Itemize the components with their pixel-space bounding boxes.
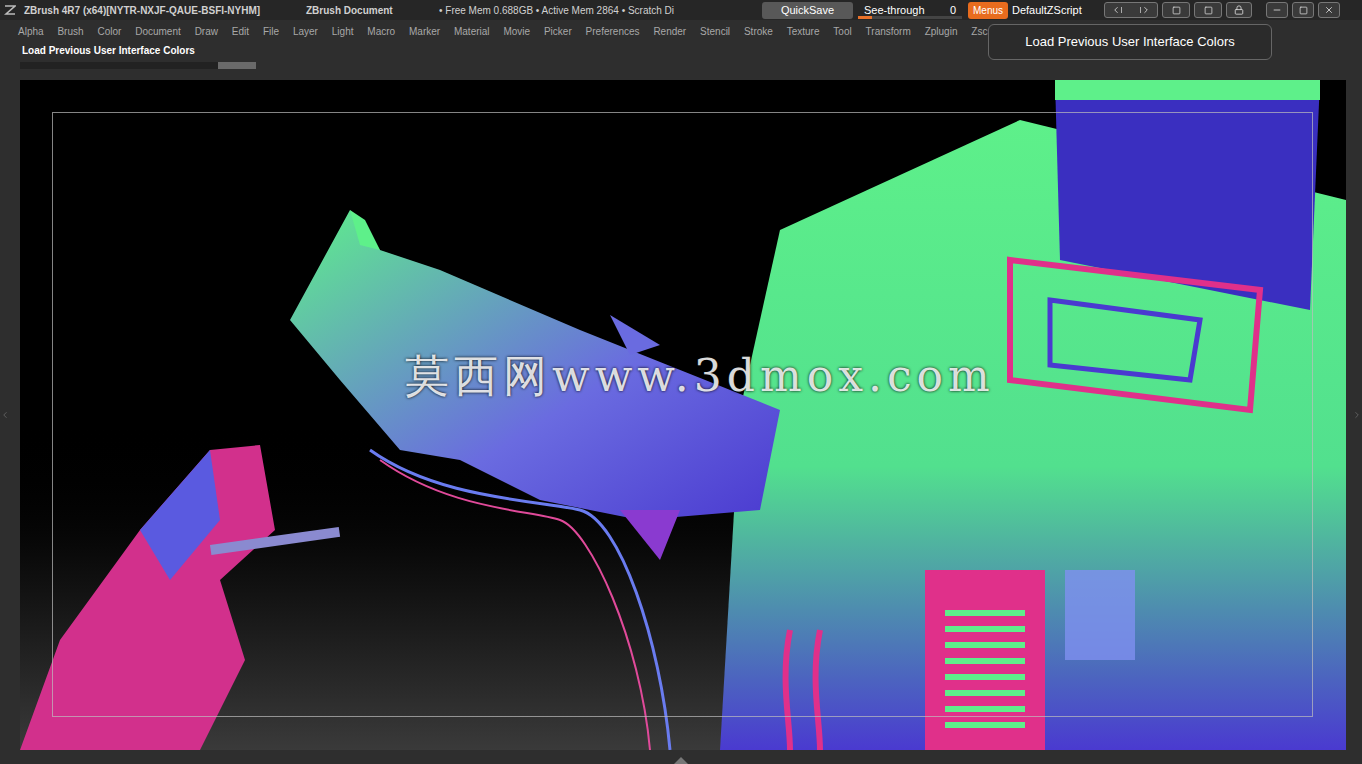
- render-3d-icon: [20, 80, 1346, 750]
- menu-item[interactable]: Transform: [866, 24, 911, 39]
- tooltip: Load Previous User Interface Colors: [988, 24, 1272, 60]
- menu-item[interactable]: Stroke: [744, 24, 773, 39]
- document-name: ZBrush Document: [306, 3, 439, 18]
- close-icon[interactable]: [1318, 2, 1340, 18]
- watermark: 莫西网www.3dmox.com: [405, 350, 995, 402]
- expand-arrow-icon: [674, 757, 688, 764]
- memory-info: • Free Mem 0.688GB • Active Mem 2864 • S…: [439, 3, 762, 18]
- menu-item[interactable]: Tool: [833, 24, 851, 39]
- bottom-tray[interactable]: [0, 750, 1362, 764]
- status-bar-thumb[interactable]: [218, 62, 256, 69]
- menus-toggle[interactable]: Menus: [968, 2, 1008, 19]
- title-bar: ZBrush 4R7 (x64)[NYTR-NXJF-QAUE-BSFI-NYH…: [0, 0, 1362, 20]
- width-slider-icon[interactable]: [1104, 2, 1158, 18]
- window-title: ZBrush 4R7 (x64)[NYTR-NXJF-QAUE-BSFI-NYH…: [20, 3, 306, 18]
- menu-item[interactable]: Render: [653, 24, 686, 39]
- menu-item[interactable]: File: [263, 24, 279, 39]
- menu-item[interactable]: Preferences: [586, 24, 640, 39]
- menu-item[interactable]: Material: [454, 24, 490, 39]
- menu-item[interactable]: Draw: [195, 24, 218, 39]
- title-icons: [1104, 2, 1340, 18]
- left-tray[interactable]: [0, 80, 20, 750]
- menu-item[interactable]: Picker: [544, 24, 572, 39]
- menu-item[interactable]: Marker: [409, 24, 440, 39]
- menu-item[interactable]: Light: [332, 24, 354, 39]
- quicksave-button[interactable]: QuickSave: [762, 2, 853, 19]
- menu-item[interactable]: Zplugin: [925, 24, 958, 39]
- right-tray[interactable]: [1346, 80, 1362, 750]
- lock-icon[interactable]: [1226, 2, 1252, 18]
- canvas[interactable]: 莫西网www.3dmox.com: [20, 80, 1346, 750]
- script-name[interactable]: DefaultZScript: [1008, 2, 1104, 19]
- palette-icon[interactable]: [1194, 2, 1222, 18]
- menu-item[interactable]: Macro: [367, 24, 395, 39]
- menu-item[interactable]: Document: [135, 24, 181, 39]
- see-through-slider[interactable]: See-through0: [858, 2, 962, 19]
- view-frame: [52, 112, 1313, 717]
- zbrush-window: ZBrush 4R7 (x64)[NYTR-NXJF-QAUE-BSFI-NYH…: [0, 0, 1362, 764]
- maximize-icon[interactable]: [1292, 2, 1314, 18]
- menu-item[interactable]: Layer: [293, 24, 318, 39]
- see-through-track: [858, 16, 962, 19]
- status-bar: [20, 62, 256, 69]
- menu-item[interactable]: Stencil: [700, 24, 730, 39]
- menu-item[interactable]: Brush: [57, 24, 83, 39]
- menu-item[interactable]: Movie: [503, 24, 530, 39]
- menu-item[interactable]: Alpha: [18, 24, 44, 39]
- menu-item[interactable]: Edit: [232, 24, 249, 39]
- minimize-icon[interactable]: [1266, 2, 1288, 18]
- zbrush-logo-icon: [0, 4, 20, 16]
- menu-item[interactable]: Color: [97, 24, 121, 39]
- see-through-thumb: [858, 16, 872, 19]
- menu-item[interactable]: Texture: [787, 24, 820, 39]
- layout-icon[interactable]: [1162, 2, 1190, 18]
